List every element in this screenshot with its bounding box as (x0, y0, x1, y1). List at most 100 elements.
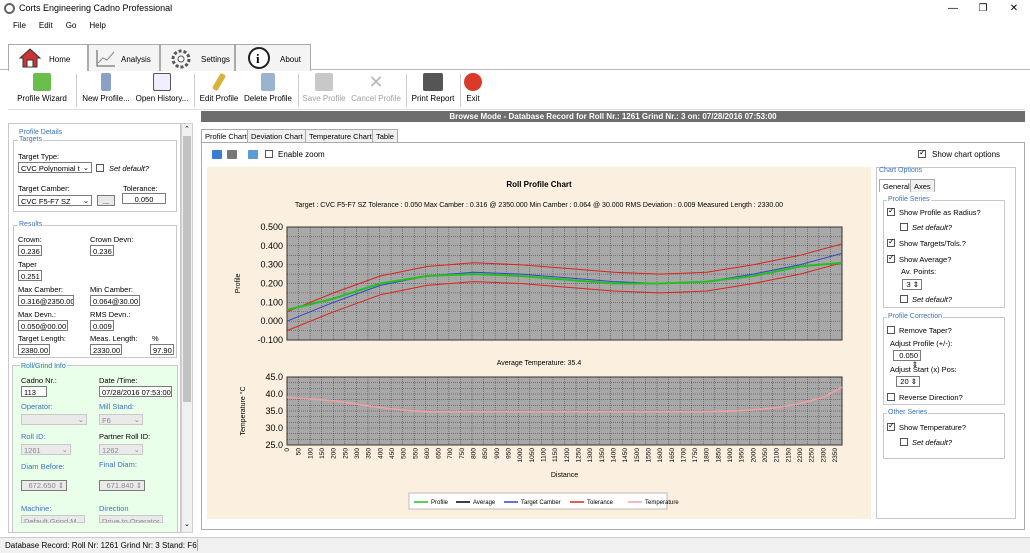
x-tick-label: 550 (412, 448, 419, 459)
history-icon (153, 73, 171, 91)
menu-bar: File Edit Go Help (0, 17, 1030, 34)
close-button[interactable]: ✕ (999, 0, 1029, 17)
target-length-field: 2380.00 (18, 344, 50, 355)
tab-settings[interactable]: Settings (160, 44, 235, 71)
toolbar-separator (460, 74, 461, 107)
profile-wizard-button[interactable]: Profile Wizard (10, 73, 74, 109)
pct-label: % (152, 334, 159, 343)
mill-stand-select[interactable]: F6 ⌄ (99, 414, 143, 425)
tab-deviation-chart[interactable]: Deviation Chart (247, 129, 307, 142)
set-default-label: Set default? (912, 438, 953, 447)
exit-button[interactable]: Exit (463, 73, 483, 109)
av-points-spinner[interactable]: 3 ⇕ (902, 279, 922, 290)
adjust-start-spinner[interactable]: 20 ⇕ (896, 376, 920, 387)
final-diam-spinner[interactable]: 671.840 ⇕ (99, 480, 145, 491)
tab-analysis-label: Analysis (121, 55, 151, 64)
menu-go[interactable]: Go (66, 21, 77, 30)
remove-taper-checkbox[interactable] (887, 326, 895, 334)
roll-grind-info-title: Roll/Grind Info (20, 363, 67, 370)
open-history-button[interactable]: Open History... (134, 73, 190, 109)
save-chart-icon[interactable] (212, 150, 222, 159)
roll-grind-info-group: Roll/Grind Info Cadno Nr.: Date /Time: 1… (12, 363, 178, 533)
x-tick-label: 400 (377, 448, 384, 459)
show-chart-options-checkbox[interactable] (918, 148, 926, 158)
target-camber-label: Target Camber: (18, 184, 70, 193)
new-profile-button[interactable]: New Profile... (80, 73, 132, 109)
date-field: 07/28/2016 07:53:00 (99, 386, 172, 397)
machine-field[interactable]: Default Grind M... (21, 515, 85, 523)
left-panel-scrollbar[interactable]: ⌃ ⌄ (181, 123, 193, 533)
show-temperature-checkbox[interactable] (887, 421, 895, 431)
minimize-button[interactable]: — (938, 0, 968, 17)
save-profile-button[interactable]: Save Profile (301, 73, 347, 109)
targets-title: Targets (18, 136, 43, 143)
svg-text:i: i (256, 51, 260, 66)
partner-roll-select[interactable]: 1262 ⌄ (99, 444, 143, 455)
mill-stand-value: F6 (102, 416, 111, 425)
tab-about[interactable]: i About (235, 44, 311, 71)
delete-profile-button[interactable]: Delete Profile (242, 73, 294, 109)
diam-before-value: 672.650 (28, 481, 56, 490)
chevron-down-icon: ⌄ (82, 163, 89, 172)
copy-chart-icon[interactable] (248, 150, 258, 159)
x-tick-label: 1850 (715, 448, 722, 463)
x-tick-label: 1900 (727, 448, 734, 463)
show-average-checkbox[interactable] (887, 253, 895, 263)
direction-field[interactable]: Drive to Operator (99, 515, 163, 523)
target-camber-select[interactable]: CVC F5-F7 SZ ⌄ (18, 195, 92, 206)
tab-temperature-chart[interactable]: Temperature Chart (305, 129, 376, 142)
tab-profile-chart[interactable]: Profile Chart (201, 129, 251, 142)
x-tick-label: 650 (436, 448, 443, 459)
print-report-button[interactable]: Print Report (409, 73, 457, 109)
adjust-profile-label: Adjust Profile (+/-): (890, 339, 953, 348)
x-tick-label: 1650 (669, 448, 676, 463)
print-report-label: Print Report (411, 94, 455, 103)
tab-general[interactable]: General (879, 179, 914, 192)
meas-length-field: 2330.00 (90, 344, 122, 355)
restore-button[interactable]: ❐ (968, 0, 998, 17)
scroll-up-icon[interactable]: ⌃ (184, 125, 190, 133)
power-icon (464, 73, 482, 91)
x-tick-label: 50 (296, 448, 303, 456)
set-default-checkbox[interactable] (900, 438, 908, 446)
edit-profile-button[interactable]: Edit Profile (197, 72, 241, 109)
show-targets-checkbox[interactable] (887, 237, 895, 247)
set-default-label: Set default? (912, 223, 953, 232)
tolerance-input[interactable]: 0.050 (122, 193, 166, 204)
profile-wizard-label: Profile Wizard (17, 94, 67, 103)
tab-table[interactable]: Table (372, 129, 398, 142)
menu-help[interactable]: Help (89, 21, 105, 30)
x-tick-label: 450 (389, 448, 396, 459)
tab-home[interactable]: Home (8, 44, 88, 72)
print-chart-icon[interactable] (227, 150, 237, 159)
diam-before-spinner[interactable]: 672.650 ⇕ (21, 480, 67, 491)
roll-id-select[interactable]: 1261 ⌄ (21, 444, 71, 455)
reverse-direction-checkbox[interactable] (887, 393, 895, 401)
tab-about-label: About (280, 55, 301, 64)
enable-zoom-checkbox[interactable] (265, 150, 273, 158)
tab-settings-label: Settings (201, 55, 230, 64)
menu-file[interactable]: File (13, 21, 26, 30)
x-tick-label: 100 (307, 448, 314, 459)
x-tick-label: 800 (471, 448, 478, 459)
cancel-profile-button[interactable]: ✕ Cancel Profile (350, 73, 402, 109)
profile-details-title: Profile Details (18, 129, 64, 136)
results-title: Results (18, 221, 44, 228)
mode-banner: Browse Mode - Database Record for Roll N… (201, 111, 1025, 122)
scroll-down-icon[interactable]: ⌄ (184, 520, 190, 528)
set-default-checkbox[interactable] (96, 164, 104, 172)
roll-id-label: Roll ID: (21, 432, 46, 441)
tab-axes[interactable]: Axes (910, 179, 935, 192)
info-icon: i (248, 47, 270, 69)
adjust-profile-spinner[interactable]: 0.050 ⇕ (893, 350, 921, 369)
show-profile-radius-checkbox[interactable] (887, 206, 895, 216)
menu-edit[interactable]: Edit (39, 21, 53, 30)
target-type-select[interactable]: CVC Polynomial t ⌄ (18, 162, 92, 173)
set-default-checkbox[interactable] (900, 295, 908, 303)
tab-analysis[interactable]: Analysis (88, 44, 160, 71)
set-default-checkbox[interactable] (900, 223, 908, 231)
camber-browse-button[interactable]: ... (97, 195, 115, 206)
scroll-thumb[interactable] (183, 136, 191, 402)
targets-group: Targets Target Type: CVC Polynomial t ⌄ S… (13, 136, 177, 212)
operator-select[interactable]: ⌄ (21, 414, 87, 425)
